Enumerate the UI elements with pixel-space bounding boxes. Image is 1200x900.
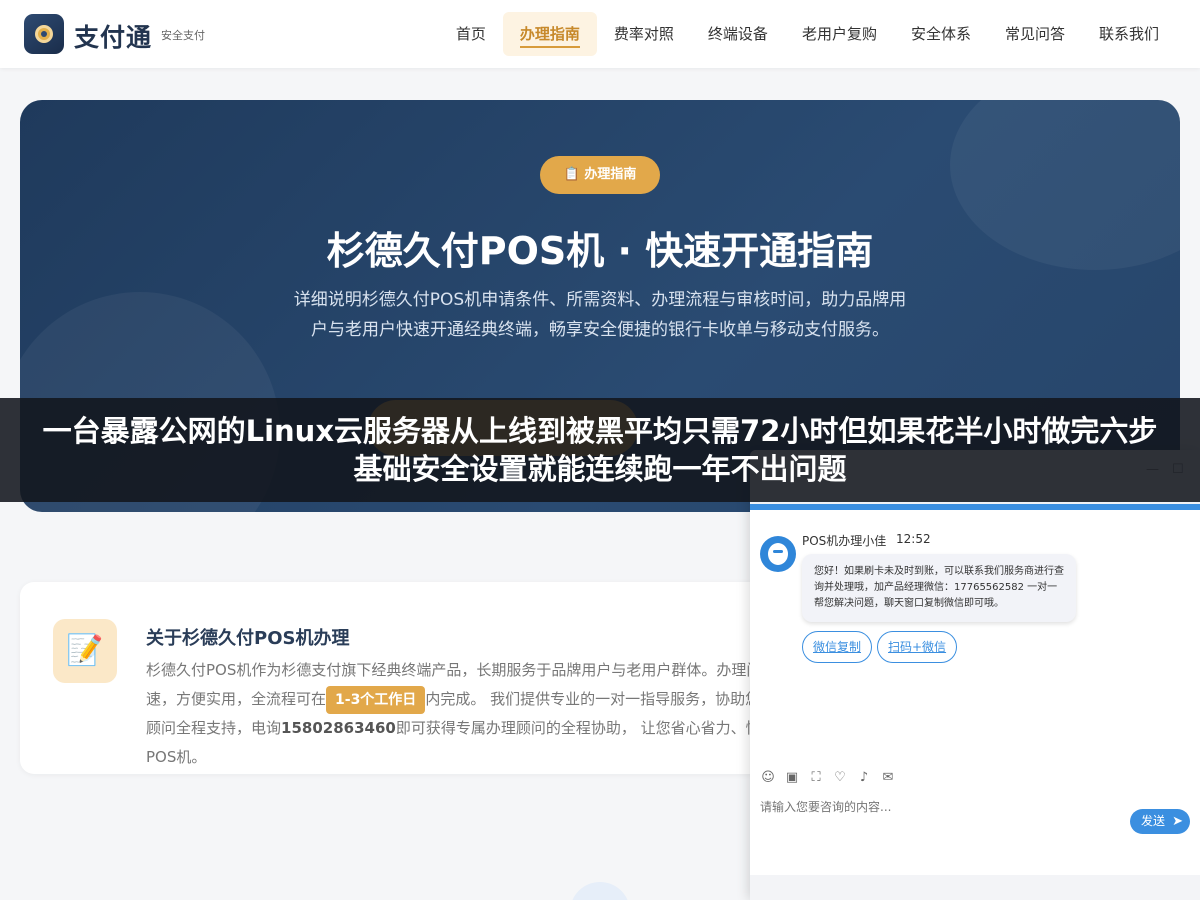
logo-subtitle: 安全支付: [161, 29, 205, 42]
send-button-label: 发送: [1141, 814, 1166, 828]
wechat-icon[interactable]: ✉: [880, 770, 896, 786]
nav-item-guide[interactable]: 办理指南: [502, 12, 597, 56]
quick-reply-scan-wechat[interactable]: 扫码+微信: [877, 631, 958, 663]
agent-message: 您好！如果刷卡未及时到账，可以联系我们服务商进行查询并处理哦，加产品经理微信：1…: [802, 554, 1076, 622]
nav-item-home[interactable]: 首页: [439, 12, 503, 56]
send-arrow-icon: ➤: [1172, 814, 1183, 829]
processing-time-highlight: 1-3个工作日: [326, 686, 426, 714]
main-nav: 首页 办理指南 费率对照 终端设备 老用户复购 安全体系 常见问答 联系我们: [439, 12, 1176, 56]
site-header: 支付通 安全支付 首页 办理指南 费率对照 终端设备 老用户复购 安全体系 常见…: [0, 0, 1200, 68]
sound-icon[interactable]: ♪: [856, 770, 872, 786]
chat-header-bar: [750, 504, 1200, 510]
nav-item-faq[interactable]: 常见问答: [988, 12, 1082, 56]
hero-badge: 📋 办理指南: [540, 156, 660, 194]
logo-icon[interactable]: [24, 14, 64, 54]
overlay-caption-text: 一台暴露公网的Linux云服务器从上线到被黑平均只需72小时但如果花半小时做完六…: [42, 414, 1158, 486]
nav-item-contact[interactable]: 联系我们: [1082, 12, 1176, 56]
emoji-icon[interactable]: ☺: [760, 770, 776, 786]
quick-reply-copy-wechat[interactable]: 微信复制: [802, 631, 873, 663]
chat-widget: — ☐ POS机办理小佳 12:52 您好！如果刷卡未及时到账，可以联系我们服务…: [750, 450, 1200, 900]
nav-item-rates[interactable]: 费率对照: [597, 12, 691, 56]
about-title: 关于杉德久付POS机办理: [146, 628, 350, 649]
image-icon[interactable]: ▣: [784, 770, 800, 786]
send-button[interactable]: 发送 ➤: [1130, 809, 1190, 834]
scroll-top-button[interactable]: [570, 882, 630, 900]
nav-item-repurchase[interactable]: 老用户复购: [785, 12, 894, 56]
chat-input[interactable]: [760, 800, 1120, 814]
phone-number[interactable]: 15802863460: [281, 719, 396, 737]
rating-icon[interactable]: ♡: [832, 770, 848, 786]
hero-description: 详细说明杉德久付POS机申请条件、所需资料、办理流程与审核时间，助力品牌用户与老…: [293, 290, 907, 340]
agent-avatar: [760, 536, 796, 572]
overlay-caption: 一台暴露公网的Linux云服务器从上线到被黑平均只需72小时但如果花半小时做完六…: [0, 398, 1200, 502]
memo-icon: 📝: [53, 619, 117, 683]
hero-title: 杉德久付POS机 · 快速开通指南: [326, 229, 874, 273]
message-time: 12:52: [896, 532, 931, 546]
nav-item-security[interactable]: 安全体系: [894, 12, 988, 56]
chat-toolbar: ☺ ▣ ⛶ ♡ ♪ ✉: [760, 770, 896, 786]
nav-item-devices[interactable]: 终端设备: [691, 12, 785, 56]
chat-footer: [750, 875, 1200, 900]
screenshot-icon[interactable]: ⛶: [808, 770, 824, 786]
agent-name: POS机办理小佳: [802, 534, 887, 548]
logo-text[interactable]: 支付通: [74, 18, 152, 54]
